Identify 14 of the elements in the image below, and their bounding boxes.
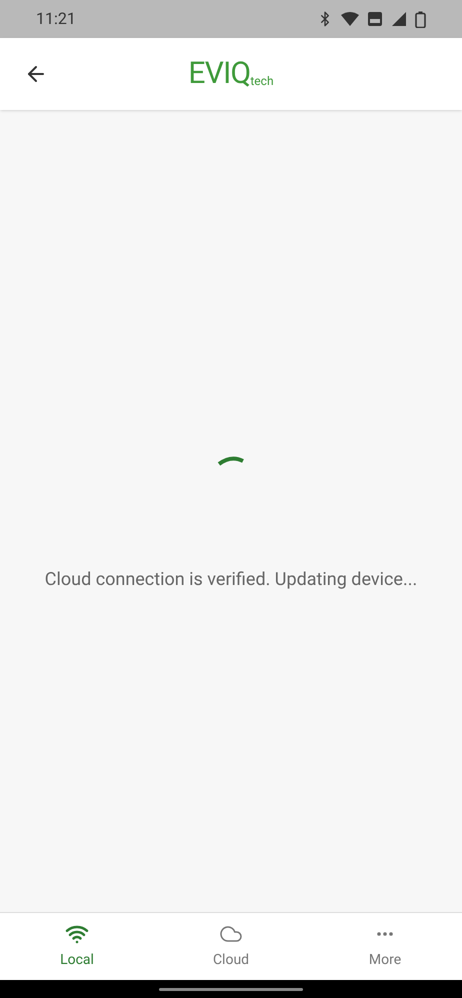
status-time: 11:21 (36, 8, 76, 30)
loading-spinner-icon (217, 456, 245, 466)
status-message: Cloud connection is verified. Updating device... (44, 568, 418, 592)
volte-icon (367, 11, 383, 27)
home-indicator[interactable] (159, 988, 303, 990)
logo-text: EVIQ (188, 59, 250, 89)
nav-tab[interactable]: Cloud (154, 913, 308, 980)
nav-tab[interactable]: More (308, 913, 462, 980)
nav-tab[interactable]: Local (0, 913, 154, 980)
battery-icon (415, 10, 426, 28)
cell-signal-icon (391, 11, 407, 27)
logo-subtext: tech (250, 75, 274, 87)
more-icon (377, 932, 393, 936)
wifi-signal-icon (341, 12, 359, 26)
